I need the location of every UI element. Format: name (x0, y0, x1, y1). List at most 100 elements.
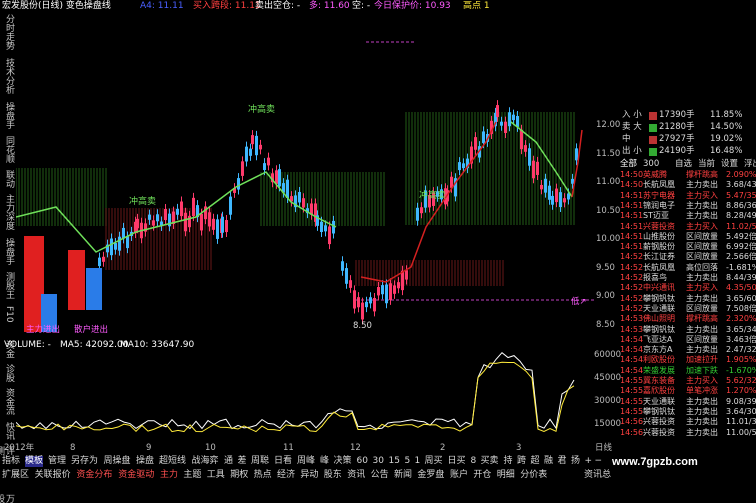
toolbar-btn-7[interactable]: 战海弈 (192, 456, 219, 467)
list-row[interactable]: 14:52 报喜鸟 主力卖出 8.44/39 (620, 273, 756, 283)
side-tab-7[interactable]: 测股王 (2, 272, 14, 299)
toolbar-btn-4[interactable]: 周操盘 (104, 456, 131, 467)
list-tab-1[interactable]: 300 (643, 159, 659, 169)
toolbar-btn-13[interactable]: 峰 (320, 456, 329, 467)
side-tab-10[interactable]: 诊股 (2, 364, 14, 382)
bottom-tab-16[interactable]: 账户 (450, 470, 468, 481)
bottom-tab-17[interactable]: 开仓 (473, 470, 491, 481)
toolbar-btn-25[interactable]: 跨 (517, 456, 526, 467)
list-tab-0[interactable]: 全部 (620, 159, 637, 169)
toolbar-btn-18[interactable]: 5 (405, 456, 411, 467)
list-row[interactable]: 14:50 长航凤凰 主力卖出 3.68/43 (620, 180, 756, 190)
toolbar-btn-16[interactable]: 30 (373, 456, 384, 467)
side-tab-8[interactable]: F10 (2, 306, 14, 323)
bottom-tab-7[interactable]: 期权 (230, 470, 248, 481)
list-row[interactable]: 14:52 中兴通讯 主力买入 4.35/50 (620, 283, 756, 293)
list-row[interactable]: 14:51 ST迈亚 主力卖出 8.28/49 (620, 211, 756, 221)
toolbar-btn-6[interactable]: 超短线 (159, 456, 186, 467)
list-row[interactable]: 14:53 佛山照明 撑杆跳高 2.320% (620, 314, 756, 324)
bottom-tab-18[interactable]: 明细 (497, 470, 515, 481)
list-tab-3[interactable]: 当前 (698, 159, 715, 169)
side-tab-1[interactable]: 技术分析 (2, 58, 14, 94)
side-tab-2[interactable]: 操盘手 (2, 102, 14, 129)
toolbar-btn-20[interactable]: 周买 (425, 456, 443, 467)
toolbar-btn-29[interactable]: 扬 (571, 456, 580, 467)
list-tabs[interactable]: 全部300自选当前设置浮出扩? (620, 159, 756, 169)
bottom-tab-13[interactable]: 公告 (371, 470, 389, 481)
bottom-tab-2[interactable]: 资金分布 (76, 470, 112, 481)
toolbar-btn-19[interactable]: 1 (415, 456, 421, 467)
bottom-tab-4[interactable]: 主力 (160, 470, 178, 481)
toolbar-btn-12[interactable]: 周峰 (297, 456, 315, 467)
bottom-tab-10[interactable]: 异动 (300, 470, 318, 481)
toolbar-btn-3[interactable]: 另存为 (71, 456, 98, 467)
list-row[interactable]: 14:56 兴蓉投资 主力卖出 11.01/3 (620, 417, 756, 427)
toolbar-btn-24[interactable]: 持 (504, 456, 513, 467)
volume-chart[interactable] (16, 336, 594, 441)
bottom-tab-12[interactable]: 资讯 (347, 470, 365, 481)
side-tab-0[interactable]: 分时走势 (2, 14, 14, 50)
list-row[interactable]: 14:52长航凤凰 高位回落 -1.681% (620, 263, 756, 273)
toolbar-btn-14[interactable]: 决策 (334, 456, 352, 467)
side-tab-6[interactable]: 操盘手 (2, 238, 14, 265)
list-tab-5[interactable]: 浮出 (744, 159, 756, 169)
toolbar-btn-26[interactable]: 超 (531, 456, 540, 467)
bottom-tab-20[interactable]: 资讯总 (584, 470, 611, 481)
list-row[interactable]: 14:51 苏宁电器 主力买入 5.47/35 (620, 191, 756, 201)
bottom-tab-3[interactable]: 资金驱动 (118, 470, 154, 481)
toolbar-btn-17[interactable]: 15 (389, 456, 400, 467)
toolbar-btn-0[interactable]: 指标 (2, 456, 20, 467)
list-row[interactable]: 14:54 飞亚达A 区间放量 3.463倍 (620, 335, 756, 345)
side-tab-3[interactable]: 同花顺 (2, 136, 14, 163)
toolbar-btn-8[interactable]: 通 (224, 456, 233, 467)
list-row[interactable]: 14:52 攀钢钒钛 主力卖出 3.65/60 (620, 294, 756, 304)
bottom-tab-19[interactable]: 分价表 (520, 470, 547, 481)
side-tab-15[interactable]: 万股 (0, 494, 14, 503)
list-row[interactable]: 14:54 利欧股份 加速拉升 1.905% (620, 355, 756, 365)
side-tab-12[interactable]: 快讯 (2, 422, 14, 440)
list-tab-2[interactable]: 自选 (675, 159, 692, 169)
list-row[interactable]: 14:54 京东方A 主力卖出 2.47/32 (620, 345, 756, 355)
toolbar-btn-28[interactable]: 君 (558, 456, 567, 467)
toolbar-btn-10[interactable]: 周聪 (251, 456, 269, 467)
radar-list[interactable]: 14:50 英威腾 撑杆跳高 2.090% 14:50 长航凤凰 主力卖出 3.68/43 14… (620, 170, 756, 440)
list-row[interactable]: 14:54荣盛发展 加速下跌 -1.670% (620, 366, 756, 376)
toolbar-btn-11[interactable]: 日看 (274, 456, 292, 467)
bottom-tab-15[interactable]: 金罗盘 (417, 470, 444, 481)
side-tab-11[interactable]: 资金流 (2, 388, 14, 415)
bottom-tab-9[interactable]: 经济 (277, 470, 295, 481)
list-row[interactable]: 14:55 嘉欣股份 单笔冲涨 1.270% (620, 386, 756, 396)
bottom-tab-0[interactable]: 扩展区 (2, 470, 29, 481)
toolbar-btn-27[interactable]: 融 (544, 456, 553, 467)
list-row[interactable]: 14:55 冀东装备 主力买入 5.62/32 (620, 376, 756, 386)
list-row[interactable]: 14:55 天业通联 主力卖出 9.08/39 (620, 397, 756, 407)
list-row[interactable]: 14:55 攀钢钒钛 主力卖出 3.64/30 (620, 407, 756, 417)
bottom-tab-6[interactable]: 工具 (207, 470, 225, 481)
bottom-tab-bar[interactable]: 扩展区 关联报价 资金分布 资金驱动 主力 主题 工具 期权 热点 经济 异动 股东 资讯 公告 新闻 金罗盘… (0, 468, 756, 487)
list-tab-4[interactable]: 设置 (721, 159, 738, 169)
toolbar-btn-30[interactable]: + (585, 456, 593, 467)
side-tab-4[interactable]: 联动 (2, 170, 14, 188)
bottom-tab-11[interactable]: 股东 (324, 470, 342, 481)
toolbar-btn-22[interactable]: 8 (471, 456, 477, 467)
toolbar-btn-31[interactable]: − (595, 456, 603, 467)
toolbar-btn-23[interactable]: 买卖 (481, 456, 499, 467)
list-row[interactable]: 14:53 攀钢钒钛 主力卖出 3.65/34 (620, 325, 756, 335)
toolbar-btn-9[interactable]: 差 (238, 456, 247, 467)
list-row[interactable]: 14:51 山推股份 区间放量 5.492倍 (620, 232, 756, 242)
list-row[interactable]: 14:52 天业通联 区间放量 7.508倍 (620, 304, 756, 314)
toolbar-btn-2[interactable]: 管理 (48, 456, 66, 467)
bottom-tab-5[interactable]: 主题 (183, 470, 201, 481)
toolbar-btn-1[interactable]: 模板 (25, 456, 44, 467)
list-row[interactable]: 14:51 锦润电子 主力卖出 8.86/36 (620, 201, 756, 211)
list-row[interactable]: 14:56 兴蓉投资 主力卖出 11.00/5 (620, 428, 756, 438)
candlestick-chart[interactable]: 冲高卖冲高卖冲高卖8.50主力进出 散户进出低↗ (16, 12, 594, 334)
list-row[interactable]: 14:51 薪钢股份 区间放量 6.992倍 (620, 242, 756, 252)
toolbar-btn-15[interactable]: 60 (357, 456, 368, 467)
toolbar-btn-5[interactable]: 操盘 (136, 456, 154, 467)
bottom-tab-8[interactable]: 热点 (254, 470, 272, 481)
toolbar-btn-21[interactable]: 日买 (448, 456, 466, 467)
list-row[interactable]: 14:50 英威腾 撑杆跳高 2.090% (620, 170, 756, 180)
side-tab-5[interactable]: 主力深度 (2, 194, 14, 230)
bottom-tab-1[interactable]: 关联报价 (35, 470, 71, 481)
